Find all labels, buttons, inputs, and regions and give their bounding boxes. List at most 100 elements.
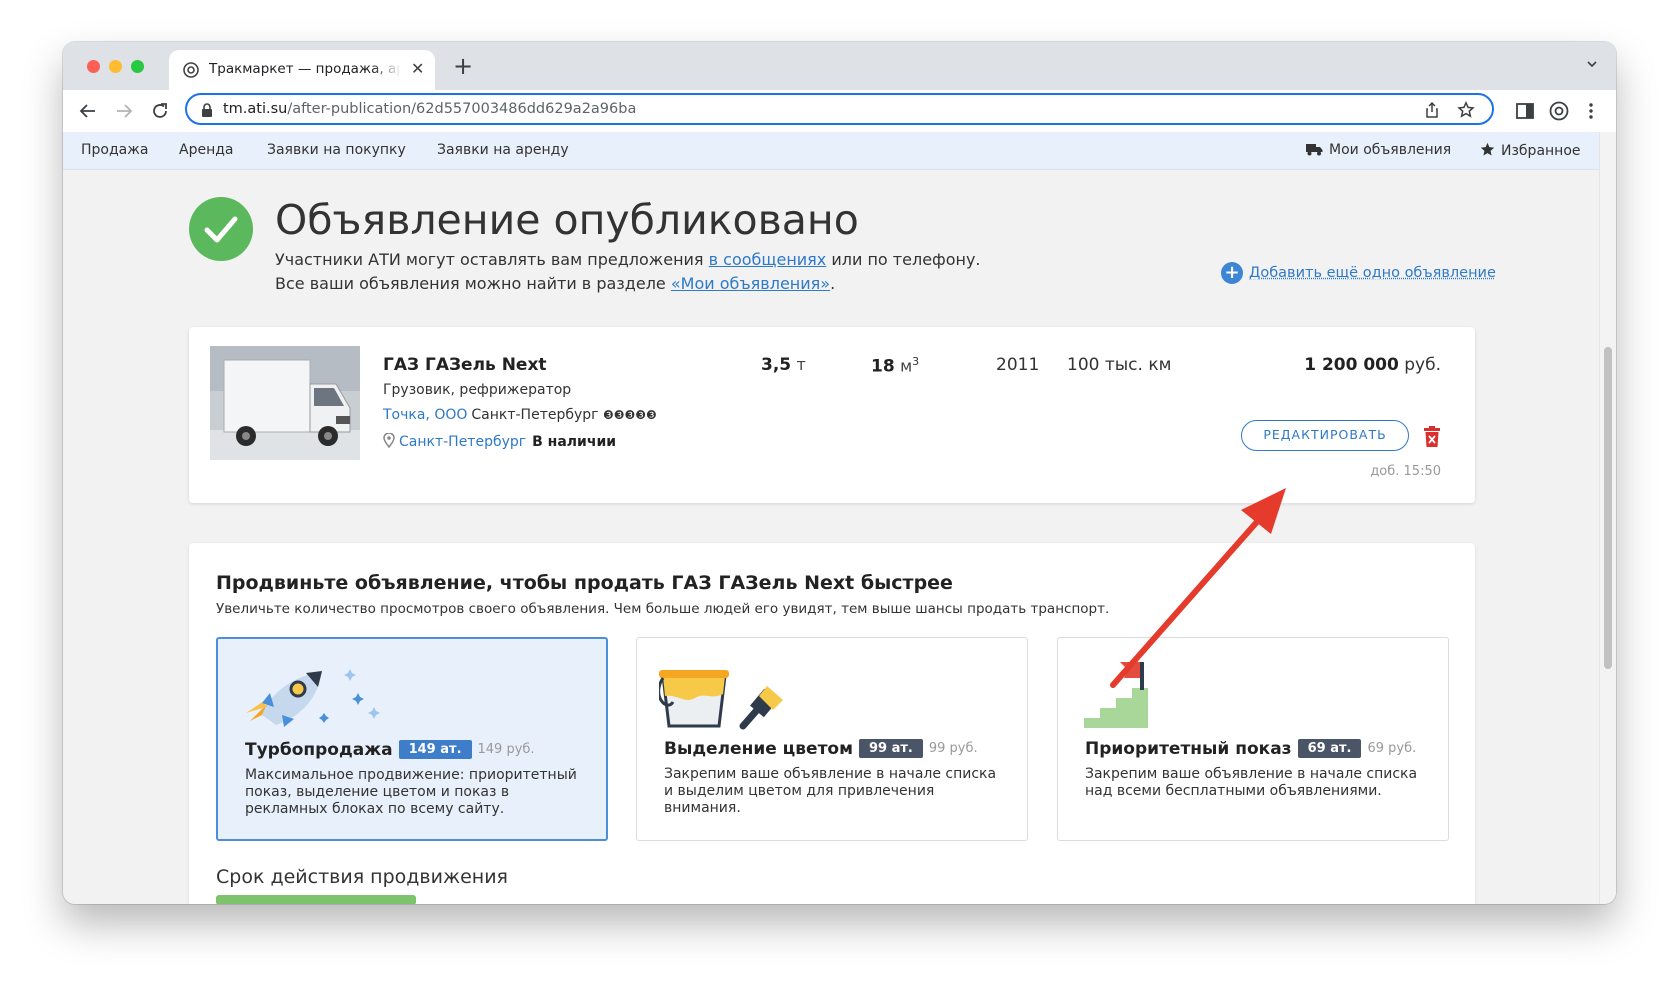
stairs-flag-icon: [1084, 662, 1148, 728]
promo-option-color[interactable]: Выделение цветом 99 ат. 99 руб. Закрепим в…: [636, 637, 1028, 841]
nav-favorites-label: Избранное: [1501, 143, 1581, 159]
minimize-window-button[interactable]: [109, 60, 122, 73]
info-text: Все ваши объявления можно найти в раздел…: [275, 274, 671, 293]
promo-option-turbo[interactable]: Турбопродажа 149 ат. 149 руб. Максимальное…: [216, 637, 608, 841]
volume-value: 18: [871, 356, 895, 377]
promo-option-color-desc: Закрепим ваше объявление в начале списка…: [664, 766, 997, 816]
share-icon[interactable]: [1423, 101, 1441, 119]
messages-link[interactable]: в сообщениях: [709, 250, 827, 269]
promo-option-priority-desc: Закрепим ваше объявление в начале списка…: [1085, 766, 1418, 799]
plus-icon: +: [1221, 262, 1243, 284]
spec-volume: 18 м3: [871, 355, 919, 377]
rocket-icon: [246, 669, 380, 727]
paint-bucket-icon: [659, 670, 783, 730]
rub-price: 149 руб.: [477, 742, 535, 757]
info-line-my-ads: Все ваши объявления можно найти в раздел…: [275, 274, 835, 293]
listing-card[interactable]: ГАЗ ГАЗель Next Грузовик, рефрижератор Т…: [189, 327, 1475, 503]
price-badge: 149 ат.: [398, 740, 472, 759]
seller-company-link[interactable]: Точка, ООО: [383, 407, 467, 423]
volume-unit-superscript: 3: [912, 355, 920, 368]
info-text: Участники АТИ могут оставлять вам предло…: [275, 250, 709, 269]
close-window-button[interactable]: [87, 60, 100, 73]
availability-status: В наличии: [532, 434, 617, 450]
seller-rating-icons: ❸❸❸❸❸: [602, 408, 657, 422]
info-text: или по телефону.: [826, 250, 981, 269]
listing-type: Грузовик, рефрижератор: [383, 382, 572, 398]
my-ads-link[interactable]: «Мои объявления»: [671, 274, 830, 293]
seller-city: Санкт-Петербург: [471, 407, 599, 423]
star-icon: [1480, 142, 1495, 156]
option-name-text: Выделение цветом: [664, 739, 853, 759]
back-arrow-icon[interactable]: [77, 100, 99, 122]
chevron-down-icon[interactable]: [1586, 58, 1598, 70]
ati-favicon-icon: [183, 62, 199, 78]
capacity-unit: т: [796, 355, 806, 374]
add-another-ad-link[interactable]: + Добавить ещё одно объявление: [1221, 262, 1496, 284]
page-content: Объявление опубликовано Участники АТИ мо…: [63, 170, 1599, 904]
browser-window: Тракмаркет — продажа, аренда ✕ + tm.ati.…: [63, 42, 1616, 904]
bookmark-star-icon[interactable]: [1457, 101, 1475, 119]
trash-icon[interactable]: [1423, 426, 1441, 448]
price-badge: 69 ат.: [1297, 739, 1362, 758]
nav-rent[interactable]: Аренда: [179, 142, 234, 158]
nav-my-ads[interactable]: Мои объявления: [1306, 142, 1451, 158]
tab-title: Тракмаркет — продажа, аренда: [209, 61, 401, 77]
nav-purchase-requests[interactable]: Заявки на покупку: [267, 142, 406, 158]
spec-year: 2011: [996, 355, 1040, 375]
lock-icon: [202, 103, 212, 117]
truck-icon: [1306, 144, 1323, 156]
map-pin-icon: [383, 432, 395, 449]
info-text: .: [830, 274, 836, 293]
price-value: 1 200 000: [1304, 355, 1399, 375]
nav-favorites[interactable]: Избранное: [1480, 142, 1581, 159]
nav-my-ads-label: Мои объявления: [1329, 142, 1452, 158]
url-host: tm.ati.su: [223, 101, 288, 117]
tab-strip: Тракмаркет — продажа, аренда ✕ +: [63, 42, 1616, 90]
url-text: tm.ati.su/after-publication/62d557003486…: [223, 101, 636, 117]
side-panel-icon[interactable]: [1515, 101, 1535, 121]
capacity-value: 3,5: [761, 355, 792, 375]
new-tab-button[interactable]: +: [453, 52, 473, 80]
browser-tab[interactable]: Тракмаркет — продажа, аренда ✕: [169, 50, 435, 90]
reload-icon[interactable]: [149, 100, 171, 122]
forward-arrow-icon[interactable]: [113, 100, 135, 122]
promo-option-color-name: Выделение цветом 99 ат. 99 руб.: [664, 739, 978, 759]
address-bar[interactable]: tm.ati.su/after-publication/62d557003486…: [185, 93, 1494, 125]
truck-photo: [210, 346, 360, 460]
price-unit: руб.: [1404, 355, 1441, 375]
info-line-messages: Участники АТИ могут оставлять вам предло…: [275, 250, 981, 269]
volume-unit: м: [900, 356, 913, 376]
check-circle-icon: [189, 197, 253, 261]
nav-sale[interactable]: Продажа: [81, 142, 148, 158]
listing-location: Санкт-Петербург В наличии: [383, 432, 617, 450]
spec-capacity: 3,5 т: [761, 355, 806, 375]
listing-seller: Точка, ООО Санкт-Петербург ❸❸❸❸❸: [383, 407, 657, 423]
term-selector-bar[interactable]: [216, 895, 416, 904]
page-title: Объявление опубликовано: [275, 196, 859, 244]
spec-mileage: 100 тыс. км: [1067, 355, 1172, 375]
promo-option-turbo-name: Турбопродажа 149 ат. 149 руб.: [245, 740, 535, 760]
edit-button[interactable]: РЕДАКТИРОВАТЬ: [1241, 420, 1409, 451]
kebab-menu-icon[interactable]: [1581, 101, 1601, 121]
option-name-text: Турбопродажа: [245, 740, 393, 760]
add-another-ad-label: Добавить ещё одно объявление: [1249, 265, 1496, 281]
zoom-window-button[interactable]: [131, 60, 144, 73]
promotion-panel: Продвиньте объявление, чтобы продать ГАЗ…: [189, 543, 1475, 904]
promo-title: Продвиньте объявление, чтобы продать ГАЗ…: [216, 572, 953, 594]
tab-close-icon[interactable]: ✕: [411, 59, 424, 78]
scrollbar-thumb[interactable]: [1604, 347, 1612, 669]
site-nav: Продажа Аренда Заявки на покупку Заявки …: [63, 132, 1599, 170]
promo-option-priority[interactable]: Приоритетный показ 69 ат. 69 руб. Закрепим…: [1057, 637, 1449, 841]
profile-avatar-icon[interactable]: [1549, 101, 1569, 121]
page-scrollbar[interactable]: [1599, 132, 1616, 904]
option-name-text: Приоритетный показ: [1085, 739, 1292, 759]
nav-rent-requests[interactable]: Заявки на аренду: [437, 142, 569, 158]
added-time: доб. 15:50: [1370, 464, 1441, 479]
location-city: Санкт-Петербург: [399, 434, 527, 450]
listing-title[interactable]: ГАЗ ГАЗель Next: [383, 355, 547, 375]
price-badge: 99 ат.: [859, 739, 923, 758]
promo-option-turbo-desc: Максимальное продвижение: приоритетный п…: [245, 767, 577, 817]
promo-subtitle: Увеличьте количество просмотров своего о…: [216, 601, 1110, 617]
promo-term-title: Срок действия продвижения: [216, 866, 508, 888]
browser-toolbar: tm.ati.su/after-publication/62d557003486…: [63, 90, 1616, 132]
